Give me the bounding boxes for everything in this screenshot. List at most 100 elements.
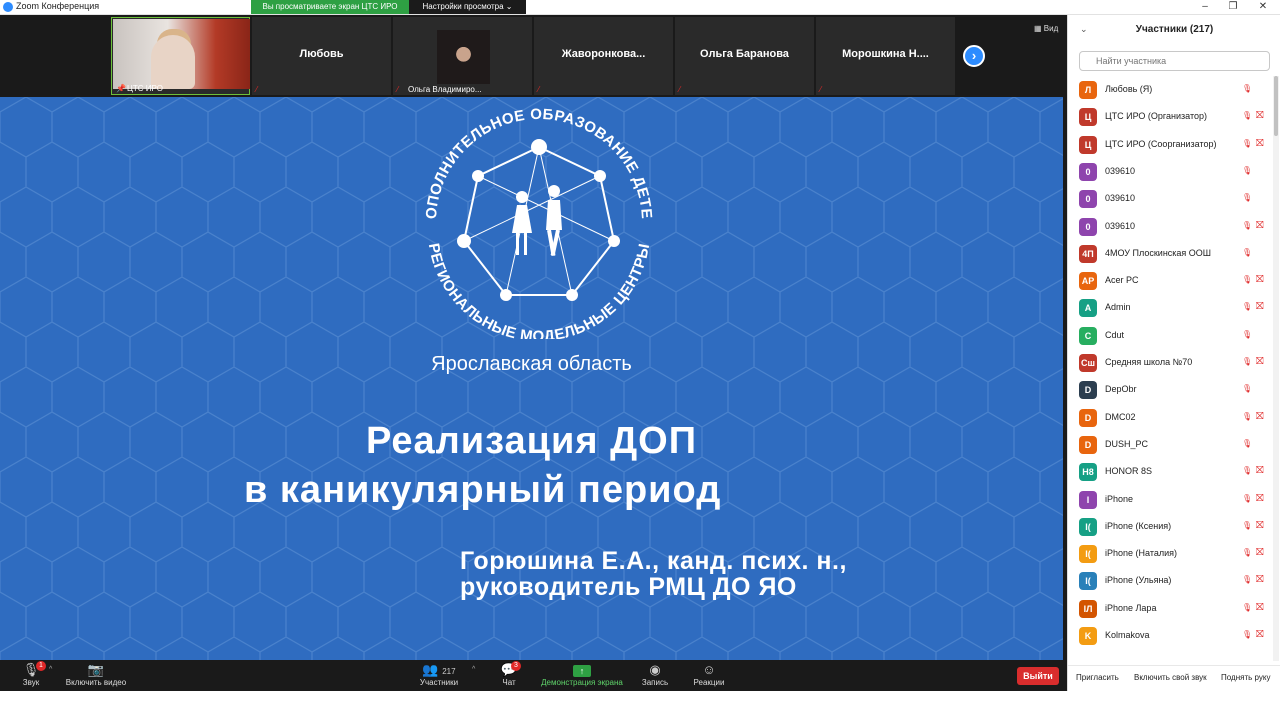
start-video-button[interactable]: 📷 Включить видео — [60, 661, 132, 687]
panel-title: Участники (217) — [1135, 24, 1214, 35]
participants-label: Участники — [419, 678, 459, 687]
participant-avatar: I( — [1079, 572, 1097, 591]
leave-button[interactable]: Выйти — [1017, 667, 1059, 685]
muted-mic-icon: 🎙 — [1242, 84, 1253, 93]
video-off-icon: ⛝ — [1256, 465, 1264, 477]
participant-row[interactable]: Сш Средняя школа №70 🎙 ⛝ — [1068, 349, 1273, 376]
author-line1: Горюшина Е.А., канд. псих. н., — [460, 547, 847, 575]
participant-person — [151, 35, 195, 89]
participant-avatar: A — [1079, 299, 1097, 318]
participants-caret-icon[interactable]: ^ — [472, 666, 475, 673]
participant-name: 039610 — [1105, 193, 1136, 204]
record-icon: ◉ — [649, 662, 661, 677]
participant-row[interactable]: 0 039610 🎙 ⛝ — [1068, 213, 1273, 240]
thumbnail-name: Любовь — [299, 48, 344, 60]
thumbnail-strip: 📌 ЦТС ИРО Любовь ⁄ ⁄ Ольга Владимиро... … — [0, 15, 1067, 96]
invite-button[interactable]: Пригласить — [1076, 673, 1119, 682]
audio-options-caret-icon[interactable]: ^ — [49, 666, 52, 673]
minimize-icon[interactable]: – — [1190, 0, 1220, 14]
participant-row[interactable]: A Admin 🎙 ⛝ — [1068, 294, 1273, 321]
participant-row[interactable]: D DepObr 🎙 — [1068, 376, 1273, 403]
participant-name: Cdut — [1105, 329, 1125, 340]
rmc-logo: ДОПОЛНИТЕЛЬНОЕ ОБРАЗОВАНИЕ ДЕТЕЙ РЕГИОНА… — [414, 105, 655, 339]
participant-row[interactable]: 4П 4МОУ Плоскинская ООШ 🎙 — [1068, 240, 1273, 267]
video-thumbnail-zhavoronkova[interactable]: Жаворонкова... ⁄ — [534, 17, 673, 95]
participant-avatar: K — [1079, 627, 1097, 645]
participant-name: 039610 — [1105, 220, 1136, 231]
participant-name: iPhone (Ульяна) — [1105, 575, 1172, 586]
participant-name: iPhone (Наталия) — [1105, 548, 1178, 559]
zoom-logo-icon — [3, 2, 13, 12]
video-off-icon: ⛝ — [1256, 110, 1264, 122]
share-screen-button[interactable]: ↑ Демонстрация экрана — [538, 661, 626, 687]
participant-avatar: Л — [1079, 81, 1097, 99]
muted-mic-icon: ⁄ — [820, 85, 822, 94]
video-thumbnail-baranova[interactable]: Ольга Баранова ⁄ — [675, 17, 814, 95]
scrollbar-thumb[interactable] — [1274, 76, 1278, 136]
participant-name: Admin — [1105, 302, 1131, 313]
raise-hand-button[interactable]: Поднять руку — [1221, 673, 1270, 682]
participant-name: iPhone Лара — [1105, 602, 1157, 613]
participant-avatar: Ц — [1079, 108, 1097, 127]
participant-name: ЦТС ИРО (Соорганизатор) — [1105, 138, 1217, 149]
audio-button[interactable]: 🎙 1 Звук — [14, 661, 48, 687]
video-thumbnail-cts-iro[interactable]: 📌 ЦТС ИРО — [111, 17, 250, 95]
unmute-me-button[interactable]: Включить свой звук — [1134, 673, 1207, 682]
record-label: Запись — [641, 678, 669, 687]
video-off-icon: ⛝ — [1256, 410, 1264, 422]
participant-row[interactable]: 0 039610 🎙 — [1068, 185, 1273, 212]
participant-name: Средняя школа №70 — [1105, 357, 1193, 367]
participant-name: 039610 — [1105, 165, 1136, 176]
participant-row[interactable]: Л Любовь (Я) 🎙 — [1068, 76, 1273, 103]
participant-search-input[interactable] — [1079, 51, 1270, 71]
participant-name: Любовь (Я) — [1105, 84, 1153, 94]
video-label: Включить видео — [65, 678, 127, 687]
muted-mic-icon: 🎙 — [1242, 138, 1253, 148]
shared-screen: ДОПОЛНИТЕЛЬНОЕ ОБРАЗОВАНИЕ ДЕТЕЙ РЕГИОНА… — [0, 97, 1063, 660]
muted-mic-icon: 🎙 — [1242, 357, 1253, 366]
participant-avatar: Ц — [1079, 135, 1097, 154]
video-off-icon: ⛝ — [1256, 601, 1264, 613]
view-button[interactable]: ▦ Вид — [1034, 24, 1058, 33]
share-banner: Вы просматриваете экран ЦТС ИРО — [251, 0, 409, 14]
video-off-icon: ⛝ — [1256, 547, 1264, 559]
participant-row[interactable]: I(iPhone (Ульяна) 🎙 ⛝ — [1068, 567, 1273, 594]
participant-avatar: I( — [1079, 545, 1097, 564]
participant-row[interactable]: D DUSH_PC 🎙 — [1068, 431, 1273, 458]
participant-row[interactable]: D DMC02 🎙 ⛝ — [1068, 404, 1273, 431]
participant-row[interactable]: K Kolmakova 🎙 ⛝ — [1068, 622, 1273, 649]
muted-mic-icon: 🎙 — [1242, 329, 1253, 339]
view-options-button[interactable]: Настройки просмотра ⌄ — [409, 0, 526, 14]
video-off-icon: ⛝ — [1256, 574, 1264, 586]
participant-row[interactable]: C Cdut 🎙 — [1068, 322, 1273, 349]
record-button[interactable]: ◉ Запись — [638, 661, 672, 687]
video-off-icon: ⛝ — [1256, 301, 1264, 313]
logo-bottom-text: РЕГИОНАЛЬНЫЕ МОДЕЛЬНЫЕ ЦЕНТРЫ — [425, 242, 653, 339]
video-thumbnail-olga-v[interactable]: ⁄ Ольга Владимиро... — [393, 17, 532, 95]
muted-mic-icon: 🎙 — [1242, 602, 1253, 612]
participant-row[interactable]: IЛ iPhone Лара 🎙 ⛝ — [1068, 595, 1273, 622]
reactions-button[interactable]: ☺ Реакции — [690, 661, 728, 687]
participants-button[interactable]: 👥 217 Участники — [414, 661, 464, 687]
muted-mic-icon: 🎙 — [1242, 247, 1253, 257]
next-page-button[interactable]: › — [963, 45, 985, 67]
video-thumbnail-lyubov[interactable]: Любовь ⁄ — [252, 17, 391, 95]
muted-mic-icon: 🎙 — [1242, 111, 1253, 121]
participant-row[interactable]: Ц ЦТС ИРО (Организатор) 🎙 ⛝ — [1068, 103, 1273, 130]
participant-row[interactable]: I(iPhone (Наталия) 🎙 ⛝ — [1068, 540, 1273, 567]
meeting-stage: 📌 ЦТС ИРО Любовь ⁄ ⁄ Ольга Владимиро... … — [0, 15, 1067, 660]
participant-row[interactable]: IiPhone 🎙 ⛝ — [1068, 486, 1273, 513]
chat-button[interactable]: 💬 3 Чат — [494, 661, 524, 687]
participant-list-scrollbar[interactable] — [1273, 76, 1279, 661]
chat-label: Чат — [502, 678, 516, 687]
participant-row[interactable]: Ц ЦТС ИРО (Соорганизатор) 🎙 ⛝ — [1068, 131, 1273, 158]
participant-row[interactable]: I(iPhone (Ксения) 🎙 ⛝ — [1068, 513, 1273, 540]
participant-avatar: I( — [1079, 517, 1097, 536]
participant-row[interactable]: H8 HONOR 8S 🎙 ⛝ — [1068, 458, 1273, 485]
video-thumbnail-moroshkina[interactable]: Морошкина Н.... ⁄ — [816, 17, 955, 95]
video-off-icon: ⛝ — [1256, 519, 1264, 531]
participant-row[interactable]: 0 039610 🎙 — [1068, 158, 1273, 185]
close-icon[interactable]: ✕ — [1248, 0, 1278, 14]
restore-icon[interactable]: ❐ — [1218, 0, 1248, 14]
participant-row[interactable]: AP Acer PC 🎙 ⛝ — [1068, 267, 1273, 294]
